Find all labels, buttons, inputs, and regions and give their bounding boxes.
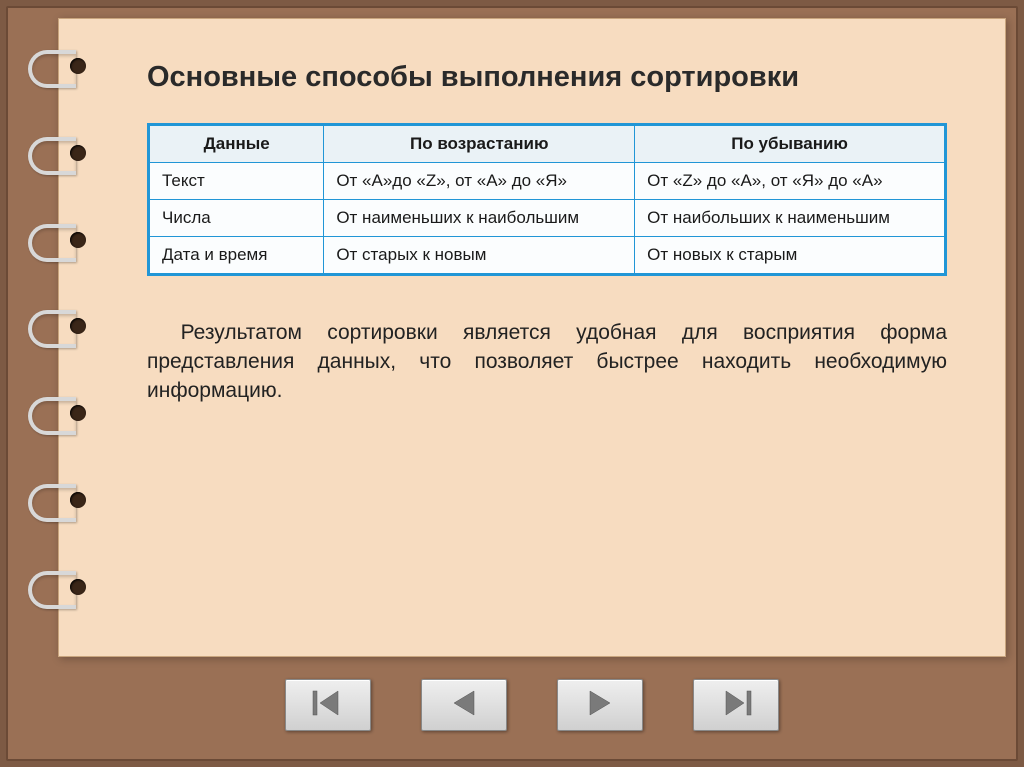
last-slide-button[interactable] <box>693 679 779 731</box>
slide-title: Основные способы выполнения сортировки <box>147 59 947 97</box>
binder-ring <box>28 44 88 86</box>
spiral-binding <box>28 20 88 647</box>
cell: От «Z» до «A», от «Я» до «А» <box>635 162 946 199</box>
binder-ring <box>28 565 88 607</box>
sorting-table: Данные По возрастанию По убыванию Текст … <box>147 123 947 276</box>
prev-slide-button[interactable] <box>421 679 507 731</box>
skip-back-icon <box>308 687 348 724</box>
cell: От новых к старым <box>635 236 946 274</box>
summary-text: Результатом сортировки является удобная … <box>147 318 947 406</box>
binder-ring <box>28 131 88 173</box>
slide-content: Основные способы выполнения сортировки Д… <box>58 18 1006 657</box>
col-header-asc: По возрастанию <box>324 124 635 162</box>
binder-ring <box>28 391 88 433</box>
play-back-icon <box>444 687 484 724</box>
next-slide-button[interactable] <box>557 679 643 731</box>
cell: Текст <box>149 162 324 199</box>
binder-ring <box>28 218 88 260</box>
cell: От наименьших к наибольшим <box>324 199 635 236</box>
table-row: Числа От наименьших к наибольшим От наиб… <box>149 199 946 236</box>
cell: Дата и время <box>149 236 324 274</box>
binder-ring <box>28 478 88 520</box>
first-slide-button[interactable] <box>285 679 371 731</box>
cell: От «A»до «Z», от «А» до «Я» <box>324 162 635 199</box>
table-row: Текст От «A»до «Z», от «А» до «Я» От «Z»… <box>149 162 946 199</box>
table-row: Дата и время От старых к новым От новых … <box>149 236 946 274</box>
cell: От наибольших к наименьшим <box>635 199 946 236</box>
cell: Числа <box>149 199 324 236</box>
col-header-data: Данные <box>149 124 324 162</box>
play-forward-icon <box>580 687 620 724</box>
binder-ring <box>28 304 88 346</box>
nav-bar <box>58 673 1006 737</box>
skip-forward-icon <box>716 687 756 724</box>
cell: От старых к новым <box>324 236 635 274</box>
col-header-desc: По убыванию <box>635 124 946 162</box>
